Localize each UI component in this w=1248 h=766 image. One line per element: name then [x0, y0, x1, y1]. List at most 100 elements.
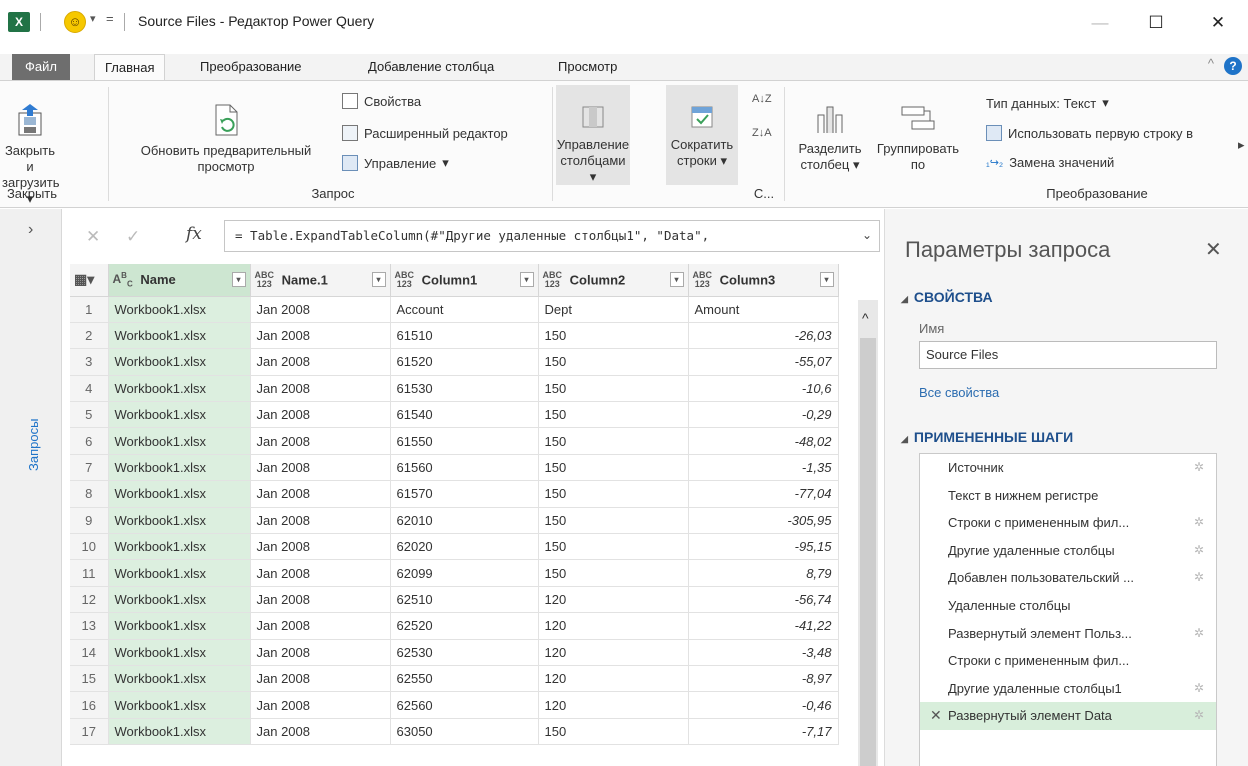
table-cell[interactable]: Workbook1.xlsx	[108, 533, 251, 561]
row-number[interactable]: 17	[70, 718, 109, 746]
ribbon-overflow-icon[interactable]: ▸	[1238, 137, 1245, 153]
manage-columns-button[interactable]: Управление столбцами ▾	[556, 105, 630, 185]
query-name-input[interactable]: Source Files	[919, 341, 1217, 369]
applied-step[interactable]: Текст в нижнем регистре	[920, 482, 1216, 510]
table-cell[interactable]: 8,79	[688, 559, 839, 587]
applied-step[interactable]: Добавлен пользовательский ... ✲	[920, 564, 1216, 592]
cancel-formula-icon[interactable]: ✕	[86, 227, 100, 247]
scrollbar-thumb[interactable]	[860, 338, 876, 766]
close-settings-icon[interactable]: ✕	[1205, 237, 1222, 262]
applied-step[interactable]: ✕ Развернутый элемент Data ✲	[920, 702, 1216, 730]
table-cell[interactable]: Jan 2008	[250, 427, 391, 455]
row-number[interactable]: 13	[70, 612, 109, 640]
help-icon[interactable]: ?	[1224, 57, 1242, 75]
table-cell[interactable]: 150	[538, 322, 689, 350]
row-number[interactable]: 6	[70, 427, 109, 455]
table-row[interactable]: 4 Workbook1.xlsx Jan 2008 61530 150 -10,6	[70, 375, 839, 403]
table-cell[interactable]: Workbook1.xlsx	[108, 718, 251, 746]
table-cell[interactable]: 62020	[390, 533, 539, 561]
table-row[interactable]: 15 Workbook1.xlsx Jan 2008 62550 120 -8,97	[70, 665, 839, 693]
tab-home[interactable]: Главная	[94, 54, 166, 81]
column-header-name[interactable]: ABC Name ▾	[108, 264, 251, 297]
table-cell[interactable]: 150	[538, 454, 689, 482]
smiley-feedback-icon[interactable]: ☺	[64, 11, 86, 33]
table-cell[interactable]: Workbook1.xlsx	[108, 375, 251, 403]
table-cell[interactable]: Jan 2008	[250, 691, 391, 719]
table-cell[interactable]: Account	[390, 296, 539, 323]
step-settings-gear-icon[interactable]: ✲	[1194, 564, 1204, 592]
expand-queries-icon[interactable]: ›	[28, 221, 33, 239]
advanced-editor-button[interactable]: Расширенный редактор	[342, 125, 508, 141]
any-type-icon[interactable]: ABC 123	[255, 270, 275, 289]
table-cell[interactable]: 62560	[390, 691, 539, 719]
table-cell[interactable]: -1,35	[688, 454, 839, 482]
table-cell[interactable]: -10,6	[688, 375, 839, 403]
table-cell[interactable]: 150	[538, 533, 689, 561]
table-cell[interactable]: 61560	[390, 454, 539, 482]
table-cell[interactable]: Jan 2008	[250, 296, 391, 323]
column-header-column3[interactable]: ABC 123 Column3 ▾	[688, 264, 839, 297]
step-settings-gear-icon[interactable]: ✲	[1194, 454, 1204, 482]
table-row[interactable]: 1 Workbook1.xlsx Jan 2008 Account Dept Amount	[70, 296, 839, 323]
table-cell[interactable]: Jan 2008	[250, 612, 391, 640]
row-number[interactable]: 11	[70, 559, 109, 587]
table-cell[interactable]: -56,74	[688, 586, 839, 614]
close-window-button[interactable]: ✕	[1198, 8, 1238, 38]
maximize-button[interactable]: ☐	[1136, 8, 1176, 38]
table-row[interactable]: 3 Workbook1.xlsx Jan 2008 61520 150 -55,07	[70, 348, 839, 376]
table-cell[interactable]: Workbook1.xlsx	[108, 612, 251, 640]
table-row[interactable]: 12 Workbook1.xlsx Jan 2008 62510 120 -56,74	[70, 586, 839, 614]
table-row[interactable]: 8 Workbook1.xlsx Jan 2008 61570 150 -77,04	[70, 480, 839, 508]
table-cell[interactable]: Jan 2008	[250, 454, 391, 482]
table-cell[interactable]: Jan 2008	[250, 586, 391, 614]
step-settings-gear-icon[interactable]: ✲	[1194, 620, 1204, 648]
sort-descending-button[interactable]: Z↓A	[752, 127, 772, 139]
row-number[interactable]: 15	[70, 665, 109, 693]
table-row[interactable]: 14 Workbook1.xlsx Jan 2008 62530 120 -3,48	[70, 639, 839, 666]
table-cell[interactable]: -3,48	[688, 639, 839, 666]
table-cell[interactable]: 61550	[390, 427, 539, 455]
table-cell[interactable]: -95,15	[688, 533, 839, 561]
table-cell[interactable]: 150	[538, 559, 689, 587]
expand-formula-icon[interactable]: ⌄	[862, 228, 872, 242]
scroll-up-icon[interactable]: ^	[862, 310, 869, 326]
row-number[interactable]: 1	[70, 296, 109, 323]
quick-access-dropdown-icon[interactable]: ▾	[90, 12, 96, 25]
table-cell[interactable]: Workbook1.xlsx	[108, 296, 251, 323]
collapse-ribbon-icon[interactable]: ^	[1208, 56, 1214, 71]
sort-ascending-button[interactable]: A↓Z	[752, 93, 772, 105]
queries-label[interactable]: Запросы	[26, 419, 41, 471]
table-row[interactable]: 16 Workbook1.xlsx Jan 2008 62560 120 -0,46	[70, 691, 839, 719]
column-header-name1[interactable]: ABC 123 Name.1 ▾	[250, 264, 391, 297]
table-row[interactable]: 5 Workbook1.xlsx Jan 2008 61540 150 -0,29	[70, 401, 839, 429]
table-cell[interactable]: 120	[538, 612, 689, 640]
table-cell[interactable]: Dept	[538, 296, 689, 323]
properties-section-header[interactable]: ◢ СВОЙСТВА	[901, 289, 993, 305]
filter-dropdown-icon[interactable]: ▾	[819, 272, 834, 287]
table-cell[interactable]: -0,46	[688, 691, 839, 719]
manage-button[interactable]: Управление ▾	[342, 155, 449, 171]
table-cell[interactable]: 62010	[390, 507, 539, 535]
vertical-scrollbar[interactable]: ^	[858, 300, 878, 766]
table-row[interactable]: 6 Workbook1.xlsx Jan 2008 61550 150 -48,02	[70, 427, 839, 455]
table-cell[interactable]: 61520	[390, 348, 539, 376]
table-row[interactable]: 11 Workbook1.xlsx Jan 2008 62099 150 8,79	[70, 559, 839, 587]
table-cell[interactable]: Jan 2008	[250, 639, 391, 666]
table-cell[interactable]: 120	[538, 586, 689, 614]
table-cell[interactable]: 61540	[390, 401, 539, 429]
group-by-button[interactable]: Группировать по	[872, 103, 964, 173]
table-cell[interactable]: -55,07	[688, 348, 839, 376]
table-cell[interactable]: 61510	[390, 322, 539, 350]
filter-dropdown-icon[interactable]: ▾	[231, 272, 246, 287]
applied-step[interactable]: Источник ✲	[920, 454, 1216, 482]
row-number[interactable]: 3	[70, 348, 109, 376]
table-cell[interactable]: Workbook1.xlsx	[108, 559, 251, 587]
table-cell[interactable]: Workbook1.xlsx	[108, 322, 251, 350]
table-cell[interactable]: 150	[538, 375, 689, 403]
applied-step[interactable]: Развернутый элемент Польз... ✲	[920, 620, 1216, 648]
table-cell[interactable]: 120	[538, 639, 689, 666]
quick-access-menu-icon[interactable]: =	[106, 11, 114, 26]
filter-dropdown-icon[interactable]: ▾	[669, 272, 684, 287]
table-row[interactable]: 10 Workbook1.xlsx Jan 2008 62020 150 -95,15	[70, 533, 839, 561]
reduce-rows-button[interactable]: Сократить строки ▾	[666, 105, 738, 169]
